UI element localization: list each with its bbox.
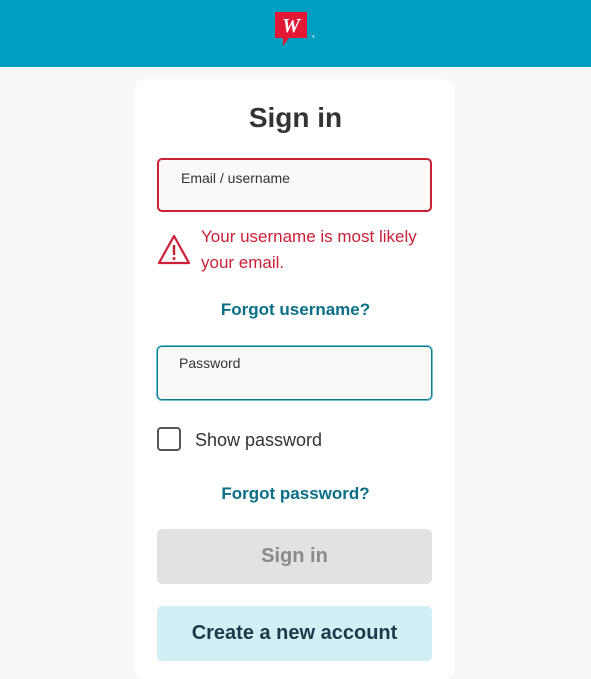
page-title: Sign in (248, 102, 343, 133)
password-field-label: Password (179, 355, 241, 371)
email-field-label: Email / username (181, 170, 290, 186)
password-field[interactable]: Password (157, 346, 432, 400)
forgot-username-link[interactable]: Forgot username? (0, 300, 591, 320)
sign-in-button[interactable]: Sign in (157, 529, 432, 584)
email-error-message: Your username is most likely your email. (157, 224, 447, 278)
header-bar: W ® (0, 0, 591, 67)
show-password-label[interactable]: Show password (195, 430, 322, 451)
show-password-option[interactable]: Show password (157, 427, 357, 455)
email-field[interactable]: Email / username (157, 158, 432, 212)
logo-letter: W (282, 15, 301, 37)
warning-icon (157, 234, 191, 265)
svg-text:®: ® (312, 34, 315, 39)
walgreens-logo-icon[interactable]: W ® (275, 12, 315, 52)
create-account-button[interactable]: Create a new account (157, 606, 432, 661)
error-text: Your username is most likely your email. (201, 227, 417, 272)
show-password-checkbox[interactable] (157, 427, 181, 451)
forgot-password-link[interactable]: Forgot password? (0, 484, 591, 504)
password-input[interactable] (178, 375, 421, 393)
email-input[interactable] (179, 186, 420, 204)
